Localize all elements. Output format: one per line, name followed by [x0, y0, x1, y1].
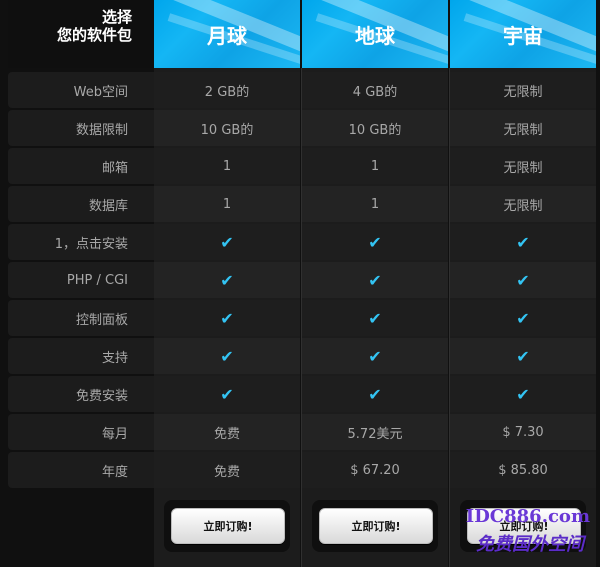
- check-icon: ✔: [302, 376, 448, 412]
- check-icon: ✔: [516, 346, 530, 366]
- check-icon: ✔: [450, 376, 596, 412]
- check-icon: ✔: [516, 308, 530, 328]
- check-icon: ✔: [220, 308, 234, 328]
- check-icon: ✔: [450, 338, 596, 374]
- check-icon: ✔: [154, 300, 300, 336]
- check-icon: ✔: [450, 262, 596, 298]
- order-now-button-earth[interactable]: 立即订购!: [319, 508, 433, 544]
- pricing-table: 选择 您的软件包 月球 地球 宇宙 Web空间 2 GB的 4 GB的 无限制 …: [0, 0, 600, 567]
- check-icon: ✔: [368, 384, 382, 404]
- table-row: Web空间 2 GB的 4 GB的 无限制: [8, 72, 600, 108]
- row-label: 1，点击安装: [8, 224, 154, 260]
- plan-name: 宇宙: [503, 23, 543, 48]
- cell-value: 1: [154, 148, 300, 184]
- row-label: Web空间: [8, 72, 154, 108]
- plan-name: 地球: [355, 23, 395, 48]
- row-label: 数据库: [8, 186, 154, 222]
- check-icon: ✔: [450, 224, 596, 260]
- row-label: 每月: [8, 414, 154, 450]
- check-icon: ✔: [302, 224, 448, 260]
- cell-value: $ 85.80: [450, 452, 596, 488]
- row-label: PHP / CGI: [8, 262, 154, 298]
- cell-value: 无限制: [450, 110, 596, 146]
- cell-value: 1: [302, 186, 448, 222]
- check-icon: ✔: [154, 262, 300, 298]
- table-row: PHP / CGI ✔ ✔ ✔: [8, 262, 600, 298]
- column-divider: [449, 68, 450, 567]
- cell-value: 2 GB的: [154, 72, 300, 108]
- row-label: 年度: [8, 452, 154, 488]
- cell-value: 无限制: [450, 186, 596, 222]
- cell-value: 10 GB的: [302, 110, 448, 146]
- plan-name: 月球: [207, 23, 247, 48]
- row-label: 免费安装: [8, 376, 154, 412]
- check-icon: ✔: [450, 300, 596, 336]
- cell-value: 1: [302, 148, 448, 184]
- table-row: 1，点击安装 ✔ ✔ ✔: [8, 224, 600, 260]
- check-icon: ✔: [368, 308, 382, 328]
- cell-value: 1: [154, 186, 300, 222]
- table-row: 邮箱 1 1 无限制: [8, 148, 600, 184]
- row-label: 控制面板: [8, 300, 154, 336]
- check-icon: ✔: [302, 338, 448, 374]
- check-icon: ✔: [302, 262, 448, 298]
- check-icon: ✔: [516, 384, 530, 404]
- check-icon: ✔: [220, 384, 234, 404]
- row-label: 支持: [8, 338, 154, 374]
- plan-header-earth: 地球: [302, 0, 448, 68]
- order-now-button-moon[interactable]: 立即订购!: [171, 508, 285, 544]
- table-row: 免费安装 ✔ ✔ ✔: [8, 376, 600, 412]
- check-icon: ✔: [368, 346, 382, 366]
- choose-line1: 选择: [101, 8, 132, 26]
- cell-value: 5.72美元: [302, 414, 448, 450]
- table-row: 数据库 1 1 无限制: [8, 186, 600, 222]
- check-icon: ✔: [154, 376, 300, 412]
- check-icon: ✔: [154, 338, 300, 374]
- check-icon: ✔: [154, 224, 300, 260]
- check-icon: ✔: [516, 232, 530, 252]
- table-row: 年度 免费 $ 67.20 $ 85.80: [8, 452, 600, 488]
- cell-value: 4 GB的: [302, 72, 448, 108]
- table-row: 支持 ✔ ✔ ✔: [8, 338, 600, 374]
- table-row: 每月 免费 5.72美元 $ 7.30: [8, 414, 600, 450]
- choose-package-heading: 选择 您的软件包: [8, 0, 154, 68]
- check-icon: ✔: [368, 232, 382, 252]
- watermark-site: IDC886.com: [465, 506, 590, 527]
- check-icon: ✔: [302, 300, 448, 336]
- cell-value: 免费: [154, 414, 300, 450]
- cell-value: $ 7.30: [450, 414, 596, 450]
- cell-value: 10 GB的: [154, 110, 300, 146]
- row-label: 数据限制: [8, 110, 154, 146]
- check-icon: ✔: [220, 270, 234, 290]
- row-label: 邮箱: [8, 148, 154, 184]
- cell-value: 无限制: [450, 72, 596, 108]
- check-icon: ✔: [220, 232, 234, 252]
- table-row: 数据限制 10 GB的 10 GB的 无限制: [8, 110, 600, 146]
- check-icon: ✔: [516, 270, 530, 290]
- choose-line2: 您的软件包: [56, 26, 132, 44]
- watermark-text: 免费国外空间: [476, 534, 584, 555]
- plan-header-moon: 月球: [154, 0, 300, 68]
- table-row: 控制面板 ✔ ✔ ✔: [8, 300, 600, 336]
- plan-header-universe: 宇宙: [450, 0, 596, 68]
- check-icon: ✔: [220, 346, 234, 366]
- cell-value: 免费: [154, 452, 300, 488]
- check-icon: ✔: [368, 270, 382, 290]
- cell-value: 无限制: [450, 148, 596, 184]
- cell-value: $ 67.20: [302, 452, 448, 488]
- column-divider: [301, 68, 302, 567]
